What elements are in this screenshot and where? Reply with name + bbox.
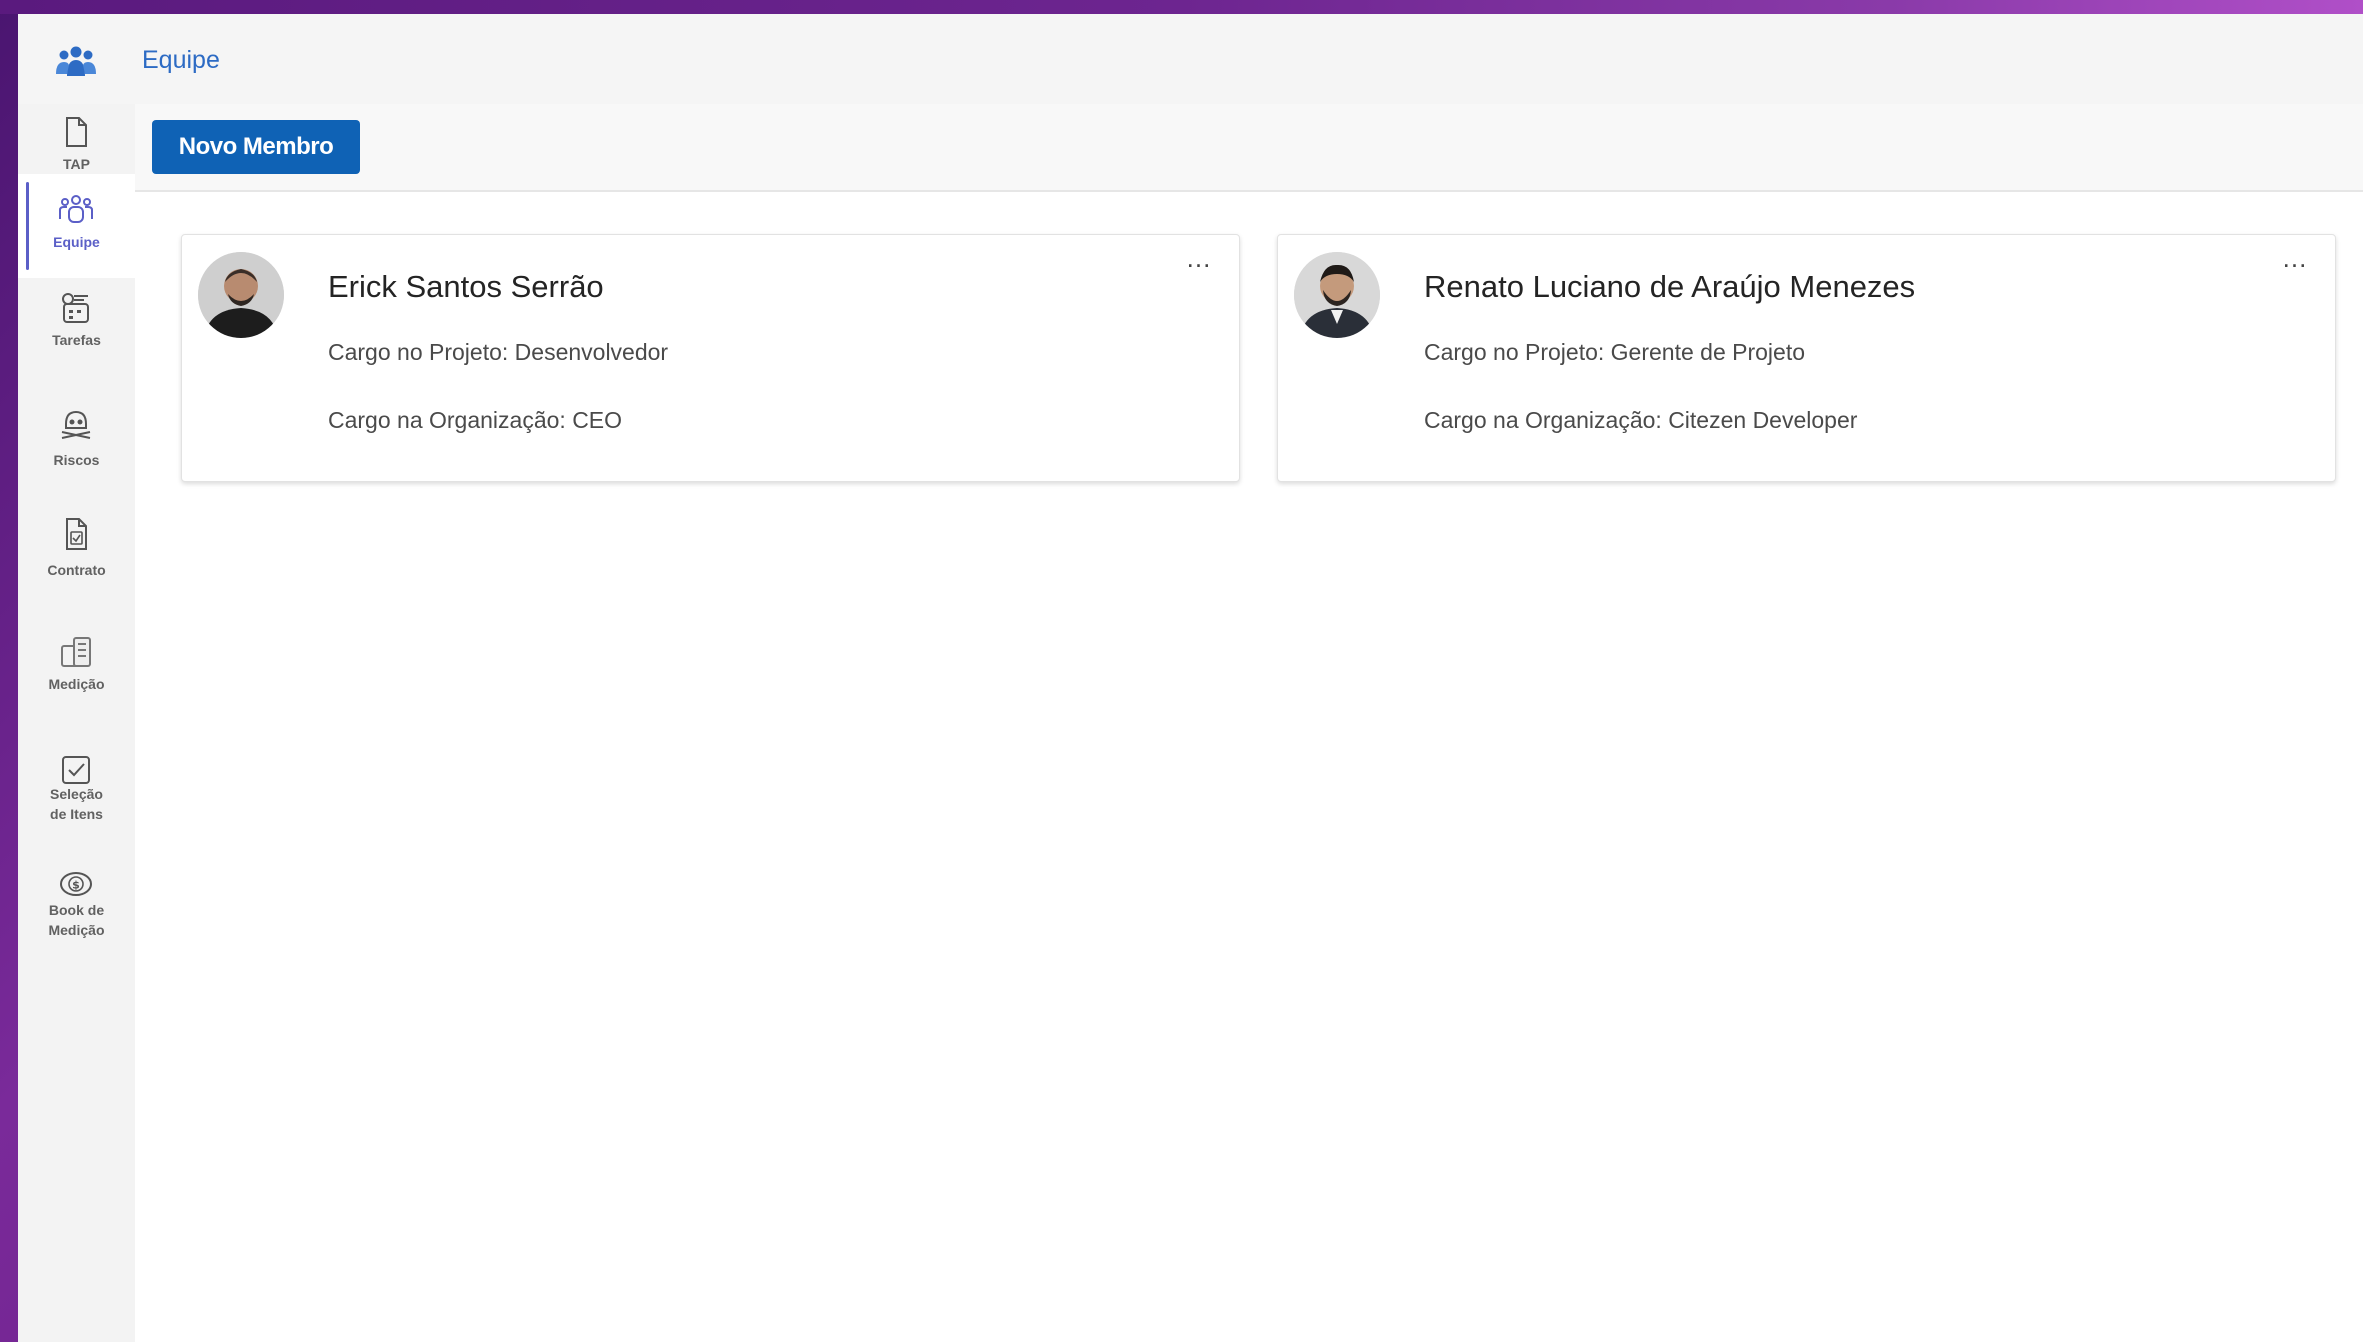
sidebar-item-label: Tarefas [52,332,101,348]
sidebar-item-label: Contrato [47,562,106,578]
document-icon [66,117,87,147]
sidebar-item-label: Book de Medição [48,902,105,938]
svg-text:$: $ [72,879,80,892]
sidebar: TAP Equipe Tarefas Riscos Contrato Mediç… [18,104,135,1342]
main-content: Erick Santos Serrão Cargo no Projeto: De… [135,192,2363,1342]
member-org-role: Cargo na Organização: CEO [328,407,623,433]
avatar [1294,252,1380,338]
member-name: Erick Santos Serrão [328,269,604,304]
member-card[interactable]: Erick Santos Serrão Cargo no Projeto: De… [181,234,1240,482]
contract-icon [66,518,87,550]
sidebar-item-book-de-medicao[interactable]: $ Book de Medição [18,856,135,960]
money-icon: $ [60,872,92,896]
toolbar: Novo Membro [135,104,2363,192]
sidebar-item-label: Seleção de Itens [50,786,103,822]
avatar-photo [1294,252,1380,338]
tasks-icon [62,293,89,323]
sidebar-item-medicao[interactable]: Medição [18,624,135,728]
member-name: Renato Luciano de Araújo Menezes [1424,269,1916,304]
member-org-role: Cargo na Organização: Citezen Developer [1424,407,1858,433]
avatar [198,252,284,338]
sidebar-item-selecao-de-itens[interactable]: Seleção de Itens [18,740,135,844]
page-title[interactable]: Equipe [142,46,220,75]
risk-icon [61,410,91,439]
sidebar-item-label: Riscos [53,452,100,468]
more-options-icon[interactable]: ... [1179,245,1219,273]
sidebar-item-riscos[interactable]: Riscos [18,398,135,502]
app-window: Equipe TAP Equipe Tarefas Riscos Contrat… [18,14,2363,1342]
more-options-icon[interactable]: ... [2275,245,2315,273]
member-project-role: Cargo no Projeto: Desenvolvedor [328,339,669,365]
checkbox-icon [62,756,90,784]
sidebar-item-label: TAP [63,156,90,172]
sidebar-item-label: Equipe [53,234,100,250]
avatar-photo [198,252,284,338]
desktop-background: Equipe TAP Equipe Tarefas Riscos Contrat… [0,0,2363,1342]
new-member-button[interactable]: Novo Membro [152,120,360,174]
sidebar-item-tarefas[interactable]: Tarefas [18,280,135,384]
member-project-role: Cargo no Projeto: Gerente de Projeto [1424,339,1806,365]
sidebar-item-label: Medição [48,676,105,692]
member-card[interactable]: Renato Luciano de Araújo Menezes Cargo n… [1277,234,2336,482]
team-icon [56,46,96,76]
team-icon [59,195,93,223]
top-strip [0,0,2363,14]
app-header: Equipe [18,14,2363,105]
sidebar-item-contrato[interactable]: Contrato [18,508,135,612]
sidebar-item-equipe[interactable]: Equipe [18,174,135,278]
measurement-icon [61,637,91,667]
